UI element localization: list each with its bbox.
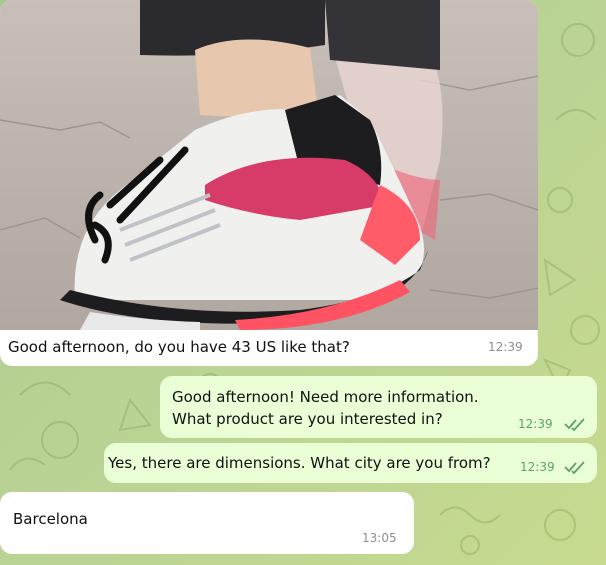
double-check-icon (564, 418, 585, 431)
message-text-line-1: Good afternoon! Need more information. (172, 388, 479, 406)
message-time: 12:39 (520, 460, 555, 474)
double-check-icon (564, 461, 585, 474)
message-text-line-2: What product are you interested in? (172, 410, 443, 428)
message-bubble-outgoing[interactable]: Good afternoon! Need more information. W… (160, 376, 597, 438)
sneaker-photo[interactable] (0, 0, 538, 330)
message-time: 13:05 (362, 531, 397, 545)
message-photo-bubble[interactable]: Good afternoon, do you have 43 US like t… (0, 0, 538, 366)
message-caption: Good afternoon, do you have 43 US like t… (8, 338, 350, 356)
message-text: Barcelona (13, 510, 88, 528)
message-text: Yes, there are dimensions. What city are… (108, 454, 491, 472)
message-time: 12:39 (488, 340, 523, 354)
sneaker-photo-illustration (0, 0, 538, 330)
message-time: 12:39 (518, 417, 553, 431)
message-bubble-outgoing[interactable]: Yes, there are dimensions. What city are… (104, 443, 597, 483)
message-bubble-incoming[interactable]: Barcelona 13:05 (0, 492, 414, 554)
